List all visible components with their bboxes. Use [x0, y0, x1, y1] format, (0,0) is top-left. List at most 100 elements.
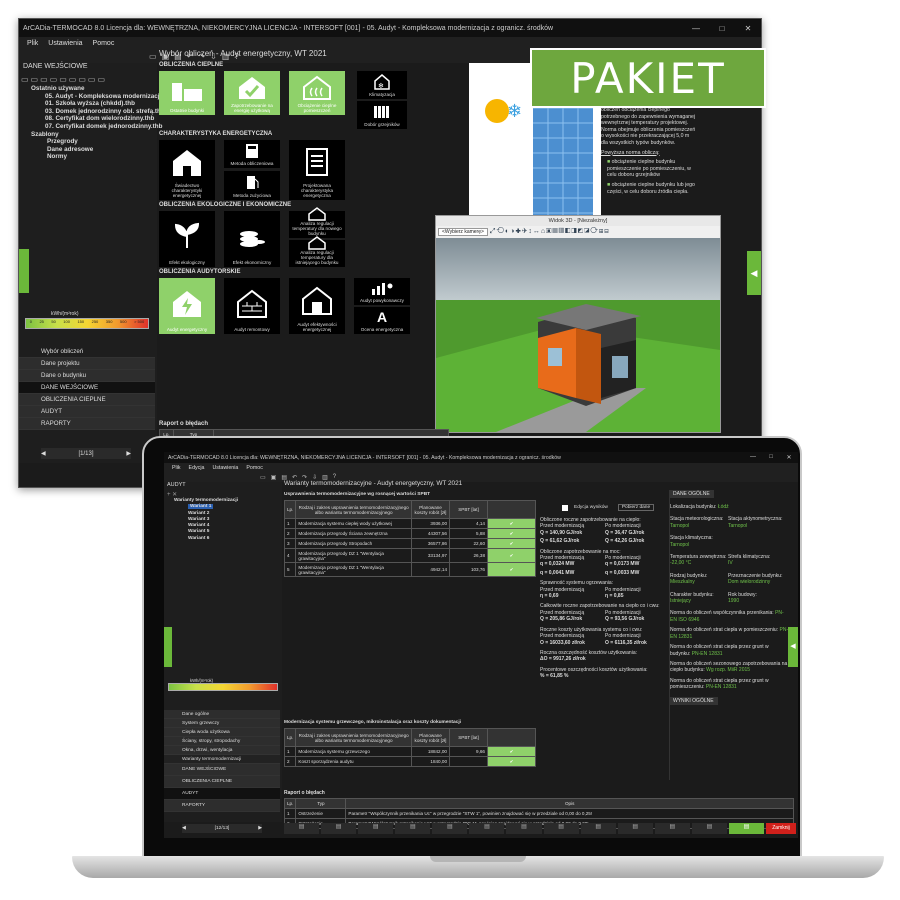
camera-select[interactable]: <Wybierz kamerę> [438, 228, 488, 236]
check-icon[interactable]: ✔ [487, 746, 536, 757]
nav-dane-wejsciowe[interactable]: DANE WEJŚCIOWE [19, 382, 155, 394]
tile-radiators[interactable]: Dobór grzejników [357, 101, 407, 129]
next-page-button[interactable]: ▶ [126, 450, 131, 457]
nav-audyt[interactable]: AUDYT [164, 788, 280, 800]
tree-item[interactable]: 01. Szkoła wyższa (chkdd).thb [31, 100, 157, 108]
nav-dane-ogolne[interactable]: Dane ogólne [164, 710, 280, 719]
tile-economic-effect[interactable]: Efekt ekonomiczny [224, 211, 280, 267]
menu-ustawienia[interactable]: Ustawienia [48, 40, 82, 47]
report-doc-icon[interactable]: ▤ [321, 823, 357, 834]
nav-obliczenia[interactable]: OBLICZENIA CIEPLNE [164, 776, 280, 788]
maximize-icon[interactable]: □ [762, 454, 780, 461]
tile-certificate[interactable]: Świadectwo charakterystyki energetycznej [159, 140, 215, 200]
menu-plik[interactable]: Plik [27, 40, 38, 47]
menu-ustawienia[interactable]: Ustawienia [212, 465, 238, 471]
tree-item[interactable]: Dane adresowe [31, 146, 157, 154]
nav-sciany[interactable]: Ściany, stropy, stropodachy [164, 737, 280, 746]
tile-temp-existing[interactable]: Analiza regulacji temperatury dla istnie… [289, 236, 345, 267]
check-icon[interactable]: ✔ [487, 756, 536, 767]
report-doc-icon[interactable]: ▤ [395, 823, 431, 834]
tile-last-buildings[interactable]: Ostatnie budynki [159, 71, 215, 115]
tile-air-conditioning[interactable]: ❄ Klimatyzacja [357, 71, 407, 99]
check-icon[interactable]: ✔ [487, 518, 536, 529]
tile-heat-load[interactable]: Obciążenie cieplne pomieszczeń [289, 71, 345, 115]
check-icon[interactable]: ✔ [487, 562, 536, 577]
report-doc-icon[interactable]: ▤ [543, 823, 579, 834]
nav-warianty[interactable]: Warianty termomodernizacji [164, 755, 280, 764]
tree-item[interactable]: Normy [31, 153, 157, 161]
table-row[interactable]: 2 Koszt sporządzenia audytu 1840,00 ✔ [283, 756, 536, 767]
nav-dane-wejsciowe[interactable]: DANE WEJŚCIOWE [164, 764, 280, 776]
right-expand-tab[interactable]: ◀ [747, 251, 761, 295]
view3d-tool-icons[interactable]: ⤢⟲◐◑✚✈↕↔⌂▣▤▥◧◨◩◪⟳⊞⊟ [490, 228, 610, 236]
nav-raporty[interactable]: RAPORTY [164, 800, 280, 812]
nav-system-grzewczy[interactable]: System grzewczy [164, 719, 280, 728]
nav-okna[interactable]: Okna, drzwi, wentylacja [164, 746, 280, 755]
next-page-button[interactable]: ▶ [258, 826, 262, 831]
tree-item[interactable]: 08. Certyfikat dom wielorodzinny.thb [31, 115, 157, 123]
left-expand-tab[interactable] [164, 627, 172, 667]
prev-page-button[interactable]: ◀ [182, 826, 186, 831]
left-expand-tab[interactable] [19, 249, 29, 293]
tree-item[interactable]: Przegrody [31, 138, 157, 146]
table-row[interactable]: 2 Modernizacja przegrody Ściana zewnętrzn… [283, 528, 536, 539]
nav-dane-projektu[interactable]: Dane projektu [19, 358, 155, 370]
tile-eco-effect[interactable]: Efekt ekologiczny [159, 211, 215, 267]
table-row[interactable]: 4 Modernizacja przegrody DZ 1 "Wentylacja… [283, 548, 536, 563]
nav-wybor[interactable]: Wybór obliczeń [19, 346, 155, 358]
table-row[interactable]: 1OstrzeżenieParametr "Współczynnik przen… [283, 808, 794, 819]
add-variant-icon[interactable]: + ✕ [164, 491, 282, 498]
prev-page-button[interactable]: ◀ [41, 450, 46, 457]
nav-raporty[interactable]: RAPORTY [19, 418, 155, 430]
tree-item[interactable]: 07. Certyfikat domek jednorodzinny.thb [31, 123, 162, 131]
report-doc-icon[interactable]: ▤ [469, 823, 505, 834]
check-icon[interactable]: ✔ [487, 528, 536, 539]
menu-pomoc[interactable]: Pomoc [246, 465, 263, 471]
tile-energy-rating[interactable]: A Ocena energetyczna [354, 307, 410, 334]
new-icon[interactable]: ▭ [149, 52, 157, 61]
menu-pomoc[interactable]: Pomoc [93, 40, 115, 47]
tile-projected-char[interactable]: Projektowana charakterystyka energetyczn… [289, 140, 345, 200]
info-link[interactable]: Powyższa norma obliczą: [601, 150, 697, 157]
report-doc-icon[interactable]: ▤ [358, 823, 394, 834]
report-doc-icon[interactable]: ▤ [432, 823, 468, 834]
close-icon[interactable]: ✕ [735, 24, 761, 33]
tile-efficiency-audit[interactable]: Audyt efektywności energetycznej [289, 278, 345, 334]
new-icon[interactable]: ▭ [260, 474, 266, 481]
table-row[interactable]: 1 Modernizacja systemu grzewczego 18842,00… [283, 746, 536, 757]
minimize-icon[interactable]: — [744, 454, 762, 461]
tile-temp-new[interactable]: Analiza regulacji temperatury dla nowego… [289, 207, 345, 238]
minimize-icon[interactable]: — [683, 24, 709, 33]
report-doc-icon[interactable]: ▤ [654, 823, 690, 834]
tile-renovation-audit[interactable]: Audyt remontowy [224, 278, 280, 334]
table-row[interactable]: 1 Modernizacja systemu ciepłej wody użytk… [283, 518, 536, 529]
nav-dane-budynek[interactable]: Dane o budynku [19, 370, 155, 382]
nav-audyt[interactable]: AUDYT [19, 406, 155, 418]
check-icon[interactable]: ✔ [487, 538, 536, 549]
tree-recent[interactable]: Ostatnio używane [31, 85, 157, 93]
tile-energy-demand[interactable]: Zapotrzebowanie na energię użytkową [224, 71, 280, 115]
close-button[interactable]: Zamknij [766, 823, 796, 834]
tile-post-audit[interactable]: Audyt powykonawczy [354, 278, 410, 305]
edit-results-checkbox[interactable] [562, 504, 568, 511]
tree-templates[interactable]: Szablony [31, 131, 157, 139]
tile-calc-method[interactable]: Metoda obliczeniowa [224, 140, 280, 168]
nav-obliczenia[interactable]: OBLICZENIA CIEPLNE [19, 394, 155, 406]
table-row[interactable]: 5 Modernizacja przegrody DZ 1 "Wentylacja… [283, 562, 536, 577]
report-doc-icon[interactable]: ▤ [580, 823, 616, 834]
tree-item[interactable]: 05. Audyt - Kompleksowa modernizacja [31, 93, 163, 101]
nav-cwu[interactable]: Ciepła woda użytkowa [164, 728, 280, 737]
menu-edycja[interactable]: Edycja [189, 465, 205, 471]
check-icon[interactable]: ✔ [487, 548, 536, 563]
report-doc-icon[interactable]: ▤ [617, 823, 653, 834]
table-row[interactable]: 3 Modernizacja przegrody Stropodach 36577,… [283, 538, 536, 549]
right-expand-tab[interactable]: ◀ [788, 627, 798, 667]
menu-plik[interactable]: Plik [172, 465, 181, 471]
tile-usage-method[interactable]: Metoda zużyciowa [224, 171, 280, 200]
tree-item[interactable]: 03. Domek jednorodzinny obl. strefą.tht [31, 108, 163, 116]
variant-item[interactable]: Wariant 6 [174, 536, 282, 542]
report-doc-icon[interactable]: ▤ [691, 823, 727, 834]
maximize-icon[interactable]: □ [709, 24, 735, 33]
fetch-data-button[interactable]: Pobierz dane [617, 504, 655, 511]
active-report-icon[interactable]: ▤ [728, 823, 765, 834]
